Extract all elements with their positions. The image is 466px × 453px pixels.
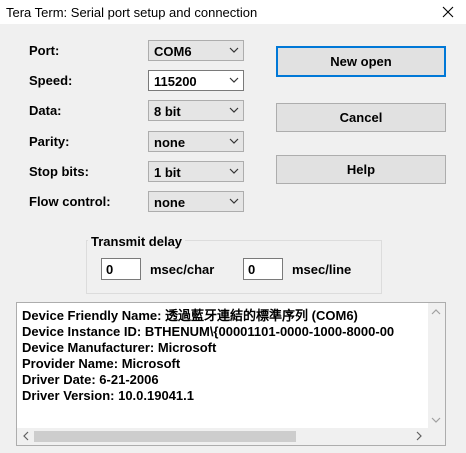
device-info-line: Device Manufacturer: Microsoft	[22, 340, 217, 355]
flow-control-label: Flow control:	[29, 194, 111, 209]
flow-control-select[interactable]: none	[148, 191, 244, 212]
parity-value: none	[154, 135, 186, 150]
close-button[interactable]	[430, 0, 466, 24]
flow-control-value: none	[154, 195, 186, 210]
port-select[interactable]: COM6	[148, 40, 244, 61]
speed-combo[interactable]: 115200	[148, 70, 244, 91]
title-bar: Tera Term: Serial port setup and connect…	[0, 0, 466, 24]
speed-value: 115200	[154, 74, 197, 89]
parity-label: Parity:	[29, 134, 70, 149]
device-info-line: Driver Version: 10.0.19041.1	[22, 388, 195, 403]
stop-bits-value: 1 bit	[154, 165, 181, 180]
device-info-line: Device Instance ID: BTHENUM\{00001101-00…	[22, 324, 395, 339]
char-delay-input[interactable]: 0	[101, 258, 141, 280]
cancel-button[interactable]: Cancel	[276, 103, 446, 132]
scroll-right-icon[interactable]	[413, 430, 425, 442]
char-delay-unit: msec/char	[150, 262, 215, 277]
port-value: COM6	[154, 44, 192, 59]
chevron-down-icon	[229, 77, 239, 83]
horizontal-scrollbar[interactable]	[17, 428, 428, 445]
device-info-line: Provider Name: Microsoft	[22, 356, 181, 371]
device-info-line: Device Friendly Name: 透過藍牙連結的標準序列 (COM6)	[22, 308, 358, 323]
device-info-box[interactable]: Device Friendly Name: 透過藍牙連結的標準序列 (COM6)…	[16, 302, 446, 446]
data-value: 8 bit	[154, 104, 181, 119]
chevron-down-icon	[229, 107, 239, 113]
line-delay-unit: msec/line	[292, 262, 352, 277]
close-icon	[442, 6, 454, 18]
data-select[interactable]: 8 bit	[148, 100, 244, 121]
scroll-left-icon[interactable]	[20, 430, 32, 442]
stop-bits-select[interactable]: 1 bit	[148, 161, 244, 182]
chevron-down-icon	[229, 47, 239, 53]
window-title: Tera Term: Serial port setup and connect…	[6, 5, 258, 20]
line-delay-input[interactable]: 0	[243, 258, 283, 280]
chevron-down-icon	[229, 168, 239, 174]
scroll-down-icon[interactable]	[430, 414, 442, 426]
transmit-delay-title: Transmit delay	[88, 234, 186, 249]
chevron-down-icon	[229, 138, 239, 144]
vertical-scrollbar[interactable]	[428, 303, 445, 429]
device-info-text: Device Friendly Name: 透過藍牙連結的標準序列 (COM6)…	[22, 308, 426, 428]
scroll-up-icon[interactable]	[430, 306, 442, 318]
data-label: Data:	[29, 103, 62, 118]
port-label: Port:	[29, 43, 60, 58]
chevron-down-icon	[229, 198, 239, 204]
scrollbar-corner	[428, 428, 445, 445]
new-open-button[interactable]: New open	[276, 46, 446, 77]
help-button[interactable]: Help	[276, 155, 446, 184]
scroll-thumb[interactable]	[34, 431, 296, 442]
parity-select[interactable]: none	[148, 131, 244, 152]
speed-label: Speed:	[29, 73, 73, 88]
stop-bits-label: Stop bits:	[29, 164, 89, 179]
device-info-line: Driver Date: 6-21-2006	[22, 372, 159, 387]
